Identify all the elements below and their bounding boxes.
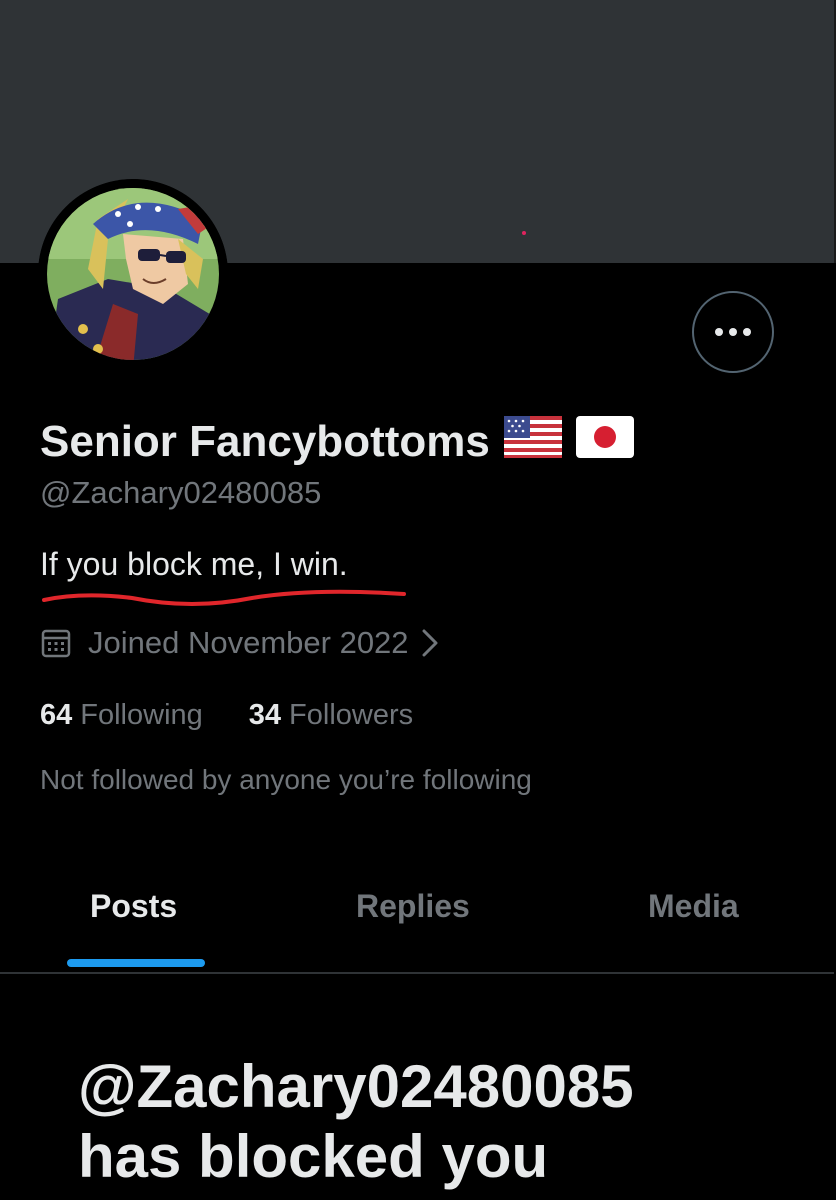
followers-count: 34 bbox=[248, 698, 282, 731]
banner-speck bbox=[522, 231, 526, 235]
blocked-notice-handle: @Zachary02480085 bbox=[78, 1053, 634, 1120]
joined-date-row[interactable]: Joined November 2022 bbox=[40, 620, 439, 666]
blocked-notice-message: has blocked you bbox=[78, 1123, 549, 1190]
following-stat[interactable]: 64 Following bbox=[40, 699, 203, 732]
us-flag-icon bbox=[503, 415, 562, 469]
tab-media[interactable]: Media bbox=[648, 888, 739, 925]
chevron-right-icon bbox=[422, 629, 438, 657]
more-options-icon bbox=[715, 328, 751, 336]
followers-label: Followers bbox=[289, 698, 414, 731]
japan-flag-icon bbox=[575, 415, 634, 469]
following-count: 64 bbox=[40, 698, 73, 731]
blocked-notice: @Zachary02480085 has blocked you bbox=[78, 1052, 798, 1192]
not-followed-notice: Not followed by anyone you’re following bbox=[40, 764, 532, 795]
follow-stats: 64 Following 34 Followers bbox=[40, 693, 413, 737]
profile-handle: @Zachary02480085 bbox=[40, 475, 322, 510]
following-label: Following bbox=[80, 698, 203, 731]
display-name: Senior Fancybottoms bbox=[40, 417, 490, 466]
calendar-icon bbox=[41, 629, 71, 658]
tab-replies[interactable]: Replies bbox=[356, 888, 470, 925]
followers-stat[interactable]: 34 Followers bbox=[249, 699, 413, 732]
tab-posts[interactable]: Posts bbox=[90, 888, 177, 925]
joined-date: Joined November 2022 bbox=[88, 625, 409, 660]
avatar[interactable] bbox=[38, 179, 228, 369]
display-name-row: Senior Fancybottoms bbox=[40, 414, 634, 470]
profile-tabs: Posts Replies Media bbox=[0, 870, 834, 974]
profile-bio: If you block me, I win. bbox=[40, 546, 348, 582]
more-options-button[interactable] bbox=[692, 291, 774, 373]
red-underline-annotation bbox=[42, 589, 406, 606]
active-tab-indicator bbox=[67, 959, 205, 967]
